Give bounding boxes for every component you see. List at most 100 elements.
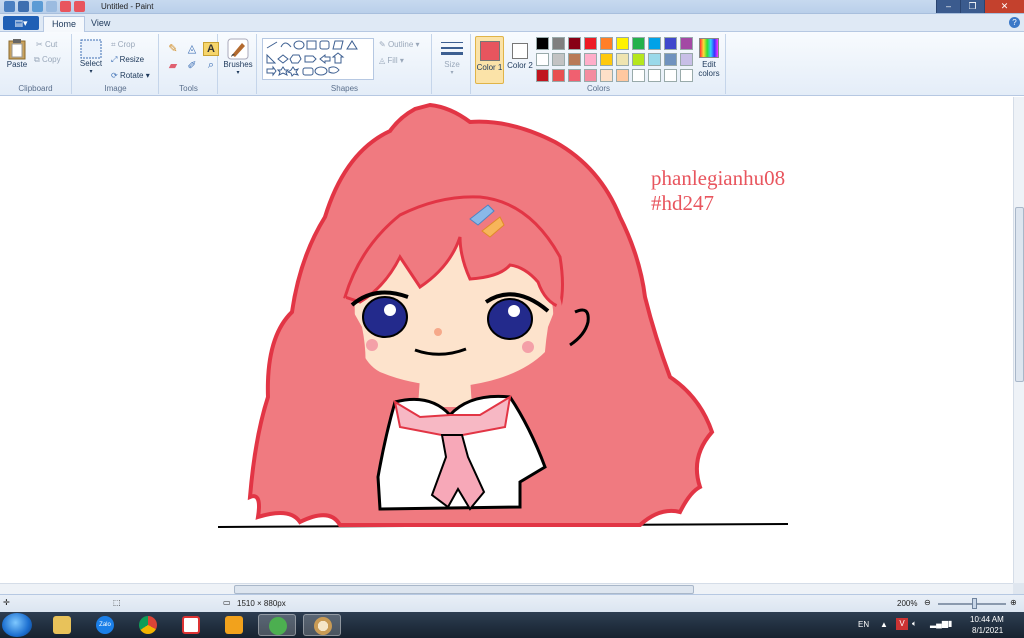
palette-swatch[interactable] [664,69,677,82]
palette-swatch[interactable] [648,37,661,50]
palette-swatch[interactable] [552,69,565,82]
palette-swatch[interactable] [600,69,613,82]
left-eye [362,296,408,338]
battery-icon[interactable]: ▮ [948,619,952,628]
shapes-gallery[interactable] [262,38,374,80]
cut-button[interactable]: ✂ Cut [36,40,57,49]
palette-swatch[interactable] [648,53,661,66]
start-button[interactable] [2,613,32,637]
maximize-button[interactable]: ❐ [960,0,984,13]
palette-swatch[interactable] [616,37,629,50]
app-5-taskbar-button[interactable] [215,614,253,636]
palette-swatch[interactable] [664,37,677,50]
color1-button[interactable]: Color 1 [475,36,504,84]
rotate-button[interactable]: ⟳ Rotate ▾ [111,71,150,80]
palette-swatch[interactable] [680,53,693,66]
canvas-area[interactable]: phanlegianhu08 #hd247 [0,97,1013,583]
paint-taskbar-button[interactable] [303,614,341,636]
palette-swatch[interactable] [632,53,645,66]
taskbar: Zalo EN ▲ V 🔈︎ ▂▄▆ ▮ 10:44 AM 8/1/2021 [0,612,1024,638]
palette-swatch[interactable] [568,37,581,50]
file-explorer-taskbar-button[interactable] [43,614,81,636]
redo-icon[interactable] [46,1,57,12]
palette-swatch[interactable] [536,53,549,66]
clock-time[interactable]: 10:44 AM [970,615,1004,624]
nose [434,328,442,336]
palette-swatch[interactable] [648,69,661,82]
palette-swatch[interactable] [584,69,597,82]
palette-swatch[interactable] [600,53,613,66]
text-tool-icon[interactable]: A [203,42,219,56]
zoom-in-button[interactable]: ⊕ [1010,598,1017,607]
pencil-icon[interactable]: ✎ [165,42,181,56]
size-button[interactable]: Size ▾ [437,38,467,76]
fill-button[interactable]: ◬ Fill ▾ [379,56,404,65]
brushes-button[interactable]: Brushes ▾ [223,38,253,76]
palette-swatch[interactable] [552,37,565,50]
crop-button[interactable]: ⌗ Crop [111,40,135,50]
cursor-position-icon: ✛ [3,598,10,607]
horizontal-scroll-thumb[interactable] [234,585,694,594]
palette-swatch[interactable] [664,53,677,66]
vertical-scrollbar[interactable] [1013,97,1024,583]
right-blush [522,341,534,353]
app-4-taskbar-button[interactable] [172,614,210,636]
magnifier-icon[interactable]: ⌕ [203,59,219,73]
edit-colors-button[interactable]: Edit colors [694,36,724,78]
palette-swatch[interactable] [600,37,613,50]
palette-swatch[interactable] [632,69,645,82]
copy-button[interactable]: ⧉ Copy [34,55,61,65]
zoom-out-button[interactable]: ⊖ [924,598,931,607]
palette-swatch[interactable] [568,53,581,66]
color2-swatch [512,43,528,59]
antivirus-tray-icon[interactable]: V [896,618,908,630]
paste-button[interactable]: Paste [4,38,30,69]
palette-swatch[interactable] [552,53,565,66]
palette-swatch[interactable] [632,37,645,50]
network-signal-icon[interactable]: ▂▄▆ [930,619,948,628]
help-icon[interactable]: ? [1009,17,1020,28]
outline-button[interactable]: ✎ Outline ▾ [379,40,420,49]
minimize-button[interactable]: – [936,0,960,13]
color2-button[interactable]: Color 2 [507,36,533,84]
palette-swatch[interactable] [536,37,549,50]
vertical-scroll-thumb[interactable] [1015,207,1024,382]
zalo-taskbar-button[interactable]: Zalo [86,614,124,636]
drawing-canvas[interactable]: phanlegianhu08 #hd247 [0,97,1013,583]
undo-icon[interactable] [32,1,43,12]
signature-line-2: #hd247 [651,191,714,215]
chrome-taskbar-button[interactable] [129,614,167,636]
app-6-taskbar-button[interactable] [258,614,296,636]
shapes-icons [266,40,358,77]
select-button[interactable]: Select ▾ [78,39,104,75]
eraser-icon[interactable]: ▰ [165,59,181,73]
color-picker-icon[interactable]: ✐ [184,59,200,73]
tab-home[interactable]: Home [43,16,86,32]
palette-swatch[interactable] [680,69,693,82]
rotate-icon: ⟳ [111,71,120,80]
color-indicator-icon-2[interactable] [74,1,85,12]
language-indicator[interactable]: EN [858,620,869,629]
resize-button[interactable]: ⤢ Resize [111,55,144,65]
speaker-icon[interactable]: 🔈︎ [912,619,917,629]
close-button[interactable]: ✕ [984,0,1024,13]
palette-swatch[interactable] [616,53,629,66]
palette-swatch[interactable] [584,37,597,50]
clock-date[interactable]: 8/1/2021 [972,626,1003,635]
palette-swatch[interactable] [680,37,693,50]
horizontal-scrollbar[interactable] [0,583,1013,594]
show-hidden-icons[interactable]: ▲ [880,620,888,629]
tab-view[interactable]: View [83,16,118,32]
fill-bucket-icon[interactable]: ◬ [184,42,200,56]
save-icon[interactable] [18,1,29,12]
palette-swatch[interactable] [584,53,597,66]
palette-swatch[interactable] [536,69,549,82]
zoom-slider-knob[interactable] [972,598,977,609]
edit-colors-label: Edit colors [698,60,720,78]
palette-swatch[interactable] [568,69,581,82]
file-menu-button[interactable]: ▤▾ [3,16,39,30]
palette-swatch[interactable] [616,69,629,82]
color-indicator-icon[interactable] [60,1,71,12]
paint-app-icon[interactable] [4,1,15,12]
select-label: Select [79,59,103,68]
